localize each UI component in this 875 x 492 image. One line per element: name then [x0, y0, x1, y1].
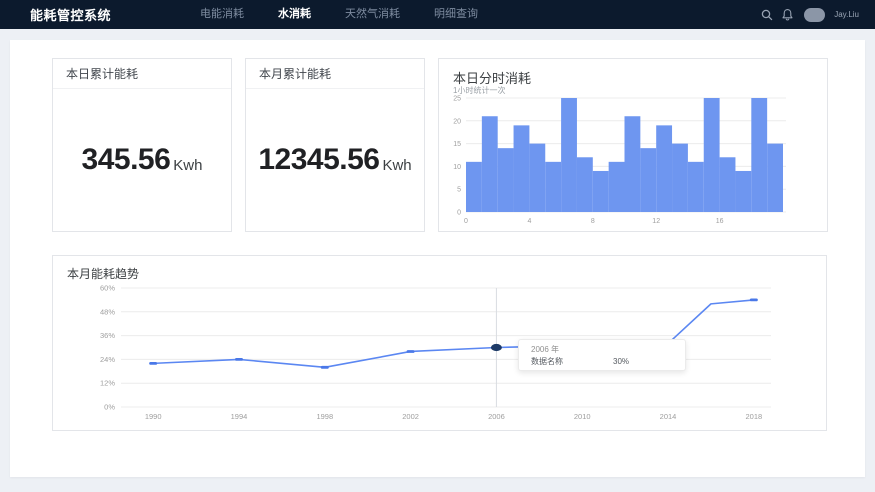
axis-label: 1994 — [231, 412, 248, 421]
axis-label: 15 — [453, 141, 461, 148]
nav-item-0[interactable]: 电能消耗 — [183, 0, 261, 29]
bar-1[interactable] — [482, 116, 498, 212]
nav-item-1[interactable]: 水消耗 — [261, 0, 328, 29]
month-energy-card: 本月累计能耗 12345.56 Kwh — [245, 58, 425, 232]
bar-17[interactable] — [735, 171, 751, 212]
app-title: 能耗管控系统 — [30, 5, 111, 24]
bar-11[interactable] — [640, 148, 656, 212]
axis-label: 0 — [464, 218, 468, 225]
bar-18[interactable] — [751, 98, 767, 212]
top-cards-row: 本日累计能耗 345.56 Kwh 本月累计能耗 12345.56 Kwh 本日… — [52, 58, 828, 232]
tooltip-value: 30% — [613, 355, 629, 368]
axis-label: 12 — [652, 218, 660, 225]
data-point-marker[interactable] — [321, 366, 329, 369]
bar-5[interactable] — [545, 162, 561, 212]
data-point-marker[interactable] — [235, 358, 243, 361]
axis-label: 20 — [453, 118, 461, 125]
data-point-marker[interactable] — [407, 350, 415, 353]
axis-label: 2014 — [660, 412, 677, 421]
axis-label: 1990 — [145, 412, 162, 421]
main-panel: 本日累计能耗 345.56 Kwh 本月累计能耗 12345.56 Kwh 本日… — [10, 40, 865, 477]
axis-label: 60% — [100, 284, 115, 293]
month-energy-value: 12345.56 — [258, 143, 379, 177]
axis-label: 24% — [100, 355, 115, 364]
axis-label: 25 — [453, 96, 461, 103]
axis-label: 10 — [453, 164, 461, 171]
month-energy-unit: Kwh — [382, 147, 411, 174]
avatar[interactable] — [804, 8, 825, 22]
axis-label: 2006 — [488, 412, 505, 421]
tooltip-series-name: 数据名称 — [531, 355, 563, 368]
monthly-trend-line-chart: 0% 12% 24% 36% 48% 60% 1990 1994 1998 2002 2006 201… — [53, 256, 826, 430]
bar-0[interactable] — [466, 162, 482, 212]
username: Jay.Liu — [834, 10, 859, 19]
bar-14[interactable] — [688, 162, 704, 212]
bar-6[interactable] — [561, 98, 577, 212]
bar-3[interactable] — [514, 125, 530, 212]
bar-10[interactable] — [625, 116, 641, 212]
axis-label: 48% — [100, 307, 115, 316]
card-title: 本月累计能耗 — [246, 59, 424, 89]
today-energy-unit: Kwh — [173, 147, 202, 174]
today-energy-value: 345.56 — [82, 143, 171, 177]
axis-label: 2018 — [745, 412, 762, 421]
axis-label: 16 — [716, 218, 724, 225]
bar-16[interactable] — [720, 157, 736, 212]
card-body: 345.56 Kwh — [53, 89, 231, 231]
axis-label: 36% — [100, 331, 115, 340]
bar-2[interactable] — [498, 148, 514, 212]
bar-12[interactable] — [656, 125, 672, 212]
axis-label: 4 — [527, 218, 531, 225]
card-body: 12345.56 Kwh — [246, 89, 424, 231]
axis-label: 12% — [100, 379, 115, 388]
today-energy-card: 本日累计能耗 345.56 Kwh — [52, 58, 232, 232]
axis-label: 0 — [457, 210, 461, 217]
bar-13[interactable] — [672, 144, 688, 212]
axis-label: 1998 — [316, 412, 333, 421]
bar-4[interactable] — [529, 144, 545, 212]
bar-9[interactable] — [609, 162, 625, 212]
bar-15[interactable] — [704, 98, 720, 212]
nav-item-2[interactable]: 天然气消耗 — [328, 0, 417, 29]
bell-icon[interactable] — [781, 8, 794, 22]
search-icon[interactable] — [760, 8, 774, 22]
data-point-marker[interactable] — [149, 362, 157, 365]
nav-item-3[interactable]: 明细查询 — [417, 0, 495, 29]
hourly-bar-chart: 0 5 10 15 20 25 0 4 8 12 16 — [439, 59, 827, 231]
axis-label: 2002 — [402, 412, 419, 421]
axis-label: 2010 — [574, 412, 591, 421]
monthly-trend-card: 本月能耗趋势 0%12%24%36%48%60%1990199419982002… — [52, 255, 827, 431]
data-point-marker[interactable] — [750, 299, 758, 302]
active-data-point[interactable] — [491, 344, 502, 351]
axis-label: 8 — [591, 218, 595, 225]
bar-8[interactable] — [593, 171, 609, 212]
top-navbar: 能耗管控系统 电能消耗水消耗天然气消耗明细查询 Jay.Liu — [0, 0, 875, 29]
tooltip-title: 2006 年 — [531, 344, 673, 355]
bar-19[interactable] — [767, 144, 783, 212]
bar-7[interactable] — [577, 157, 593, 212]
card-title: 本日累计能耗 — [53, 59, 231, 89]
axis-label: 5 — [457, 187, 461, 194]
nav-menu: 电能消耗水消耗天然气消耗明细查询 — [183, 0, 495, 29]
hourly-consumption-card: 本日分时消耗 1小时统计一次 05101520250481216 — [438, 58, 828, 232]
axis-label: 0% — [104, 403, 115, 412]
chart-tooltip: 2006 年 数据名称 30% — [518, 339, 686, 371]
navbar-right: Jay.Liu — [760, 8, 859, 22]
